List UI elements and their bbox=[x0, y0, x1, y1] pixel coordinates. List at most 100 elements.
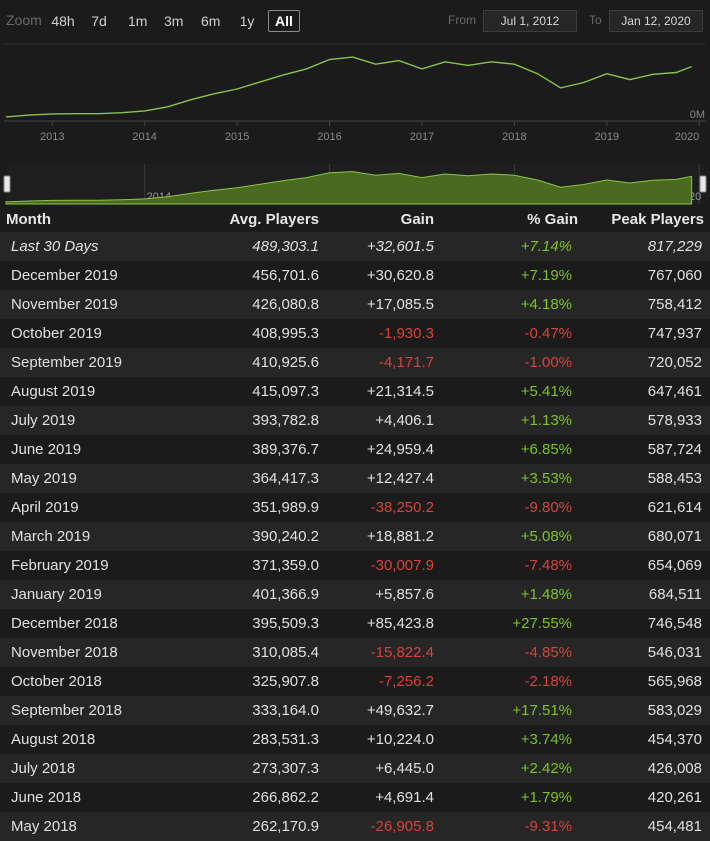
series-line[interactable] bbox=[5, 56, 692, 118]
gain-cell: +49,632.7 bbox=[325, 696, 440, 725]
peak-players-cell: 758,412 bbox=[647, 296, 702, 313]
header-avg-players[interactable]: Avg. Players bbox=[170, 206, 325, 232]
month-cell: September 2018 bbox=[0, 696, 170, 725]
avg-players-cell: 351,989.9 bbox=[170, 493, 325, 522]
pct-gain-cell: +1.79% bbox=[520, 789, 572, 806]
avg-players-cell: 310,085.4 bbox=[170, 638, 325, 667]
peak-players-cell: 647,461 bbox=[647, 383, 702, 400]
table-row: October 2018 325,907.8 -7,256.2 -2.18% 565,9… bbox=[0, 667, 710, 696]
avg-players-cell: 390,240.2 bbox=[170, 522, 325, 551]
gain-cell: -15,822.4 bbox=[325, 638, 440, 667]
avg-players-cell: 266,862.2 bbox=[170, 783, 325, 812]
peak-players-cell: 565,968 bbox=[647, 673, 702, 690]
table-row: July 2019 393,782.8 +4,406.1 +1.13% 578,933 bbox=[0, 406, 710, 435]
from-date-input[interactable]: Jul 1, 2012 bbox=[483, 10, 577, 32]
gain-cell: +21,314.5 bbox=[325, 377, 440, 406]
table-row: July 2018 273,307.3 +6,445.0 +2.42% 426,008 bbox=[0, 754, 710, 783]
peak-players-cell: 747,937 bbox=[647, 325, 702, 342]
chart-navigator[interactable]: 2014201620182020 bbox=[0, 164, 710, 206]
avg-players-cell: 395,509.3 bbox=[170, 609, 325, 638]
gain-cell: +6,445.0 bbox=[325, 754, 440, 783]
gain-cell: +85,423.8 bbox=[325, 609, 440, 638]
peak-players-cell: 426,008 bbox=[647, 760, 702, 777]
table-row: September 2018 333,164.0 +49,632.7 +17.51% 5… bbox=[0, 696, 710, 725]
month-cell: September 2019 bbox=[0, 348, 170, 377]
zoom-1y-button[interactable]: 1y bbox=[234, 10, 260, 32]
x-tick-label: 2015 bbox=[225, 131, 249, 143]
pct-gain-cell: +7.19% bbox=[520, 267, 572, 284]
zoom-48h-button[interactable]: 48h bbox=[46, 10, 80, 32]
header-peak-players[interactable]: Peak Players bbox=[578, 211, 710, 228]
peak-players-cell: 720,052 bbox=[647, 354, 702, 371]
gain-cell: -4,171.7 bbox=[325, 348, 440, 377]
header-pct-gain[interactable]: % Gain bbox=[440, 211, 578, 228]
gain-cell: +5,857.6 bbox=[325, 580, 440, 609]
zoom-3m-button[interactable]: 3m bbox=[159, 10, 187, 32]
header-gain[interactable]: Gain bbox=[325, 206, 440, 232]
player-count-chart[interactable]: 2013 2014 2015 2016 2017 2018 2019 2020 0M bbox=[0, 42, 710, 148]
peak-players-cell: 654,069 bbox=[647, 557, 702, 574]
avg-players-cell: 333,164.0 bbox=[170, 696, 325, 725]
pct-gain-cell: -0.47% bbox=[524, 325, 572, 342]
table-row: January 2019 401,366.9 +5,857.6 +1.48% 684,5… bbox=[0, 580, 710, 609]
gain-cell: +10,224.0 bbox=[325, 725, 440, 754]
month-cell: Last 30 Days bbox=[0, 232, 170, 261]
gain-cell: -7,256.2 bbox=[325, 667, 440, 696]
peak-players-cell: 454,370 bbox=[647, 731, 702, 748]
gain-cell: +12,427.4 bbox=[325, 464, 440, 493]
pct-and-peak-cell: -9.80% 621,614 bbox=[440, 493, 710, 522]
zoom-6m-button[interactable]: 6m bbox=[196, 10, 224, 32]
month-cell: November 2018 bbox=[0, 638, 170, 667]
peak-players-cell: 587,724 bbox=[647, 441, 702, 458]
table-row: September 2019 410,925.6 -4,171.7 -1.00% 720… bbox=[0, 348, 710, 377]
zoom-1m-button[interactable]: 1m bbox=[123, 10, 149, 32]
pct-gain-cell: -7.48% bbox=[524, 557, 572, 574]
pct-and-peak-cell: -1.00% 720,052 bbox=[440, 348, 710, 377]
x-tick-label: 2019 bbox=[595, 131, 619, 143]
x-tick-label: 2018 bbox=[502, 131, 526, 143]
month-cell: January 2019 bbox=[0, 580, 170, 609]
table-row: May 2019 364,417.3 +12,427.4 +3.53% 588,453 bbox=[0, 464, 710, 493]
month-cell: July 2018 bbox=[0, 754, 170, 783]
pct-gain-cell: +1.48% bbox=[520, 586, 572, 603]
gain-cell: -38,250.2 bbox=[325, 493, 440, 522]
x-tick-label: 2013 bbox=[40, 131, 64, 143]
pct-gain-cell: +3.53% bbox=[520, 470, 572, 487]
pct-and-peak-cell: +17.51% 583,029 bbox=[440, 696, 710, 725]
month-cell: March 2019 bbox=[0, 522, 170, 551]
pct-gain-cell: -9.31% bbox=[524, 818, 572, 835]
avg-players-cell: 456,701.6 bbox=[170, 261, 325, 290]
pct-gain-cell: -2.18% bbox=[524, 673, 572, 690]
table-row: April 2019 351,989.9 -38,250.2 -9.80% 621,61… bbox=[0, 493, 710, 522]
peak-players-cell: 546,031 bbox=[647, 644, 702, 661]
header-month[interactable]: Month bbox=[0, 206, 170, 232]
table-row: May 2018 262,170.9 -26,905.8 -9.31% 454,481 bbox=[0, 812, 710, 841]
pct-gain-cell: +6.85% bbox=[520, 441, 572, 458]
month-cell: October 2019 bbox=[0, 319, 170, 348]
table-row: February 2019 371,359.0 -30,007.9 -7.48% 654… bbox=[0, 551, 710, 580]
pct-gain-cell: +27.55% bbox=[512, 615, 572, 632]
navigator-left-handle[interactable] bbox=[3, 175, 11, 193]
month-cell: June 2019 bbox=[0, 435, 170, 464]
gain-cell: +4,406.1 bbox=[325, 406, 440, 435]
pct-and-peak-cell: +27.55% 746,548 bbox=[440, 609, 710, 638]
pct-gain-cell: +17.51% bbox=[512, 702, 572, 719]
pct-and-peak-cell: -9.31% 454,481 bbox=[440, 812, 710, 841]
zoom-7d-button[interactable]: 7d bbox=[86, 10, 112, 32]
month-cell: August 2019 bbox=[0, 377, 170, 406]
peak-players-cell: 680,071 bbox=[647, 528, 702, 545]
y-tick-label: 0M bbox=[690, 109, 705, 121]
gain-cell: -26,905.8 bbox=[325, 812, 440, 841]
navigator-right-handle[interactable] bbox=[699, 175, 707, 193]
from-label: From bbox=[448, 13, 476, 27]
x-tick-label: 2017 bbox=[410, 131, 434, 143]
to-date-input[interactable]: Jan 12, 2020 bbox=[609, 10, 703, 32]
peak-players-cell: 684,511 bbox=[648, 586, 702, 603]
month-cell: May 2019 bbox=[0, 464, 170, 493]
peak-players-cell: 746,548 bbox=[647, 615, 702, 632]
pct-gain-cell: +3.74% bbox=[520, 731, 572, 748]
peak-players-cell: 454,481 bbox=[647, 818, 702, 835]
to-label: To bbox=[589, 13, 602, 27]
zoom-label: Zoom bbox=[6, 12, 42, 28]
zoom-all-button[interactable]: All bbox=[268, 10, 300, 32]
